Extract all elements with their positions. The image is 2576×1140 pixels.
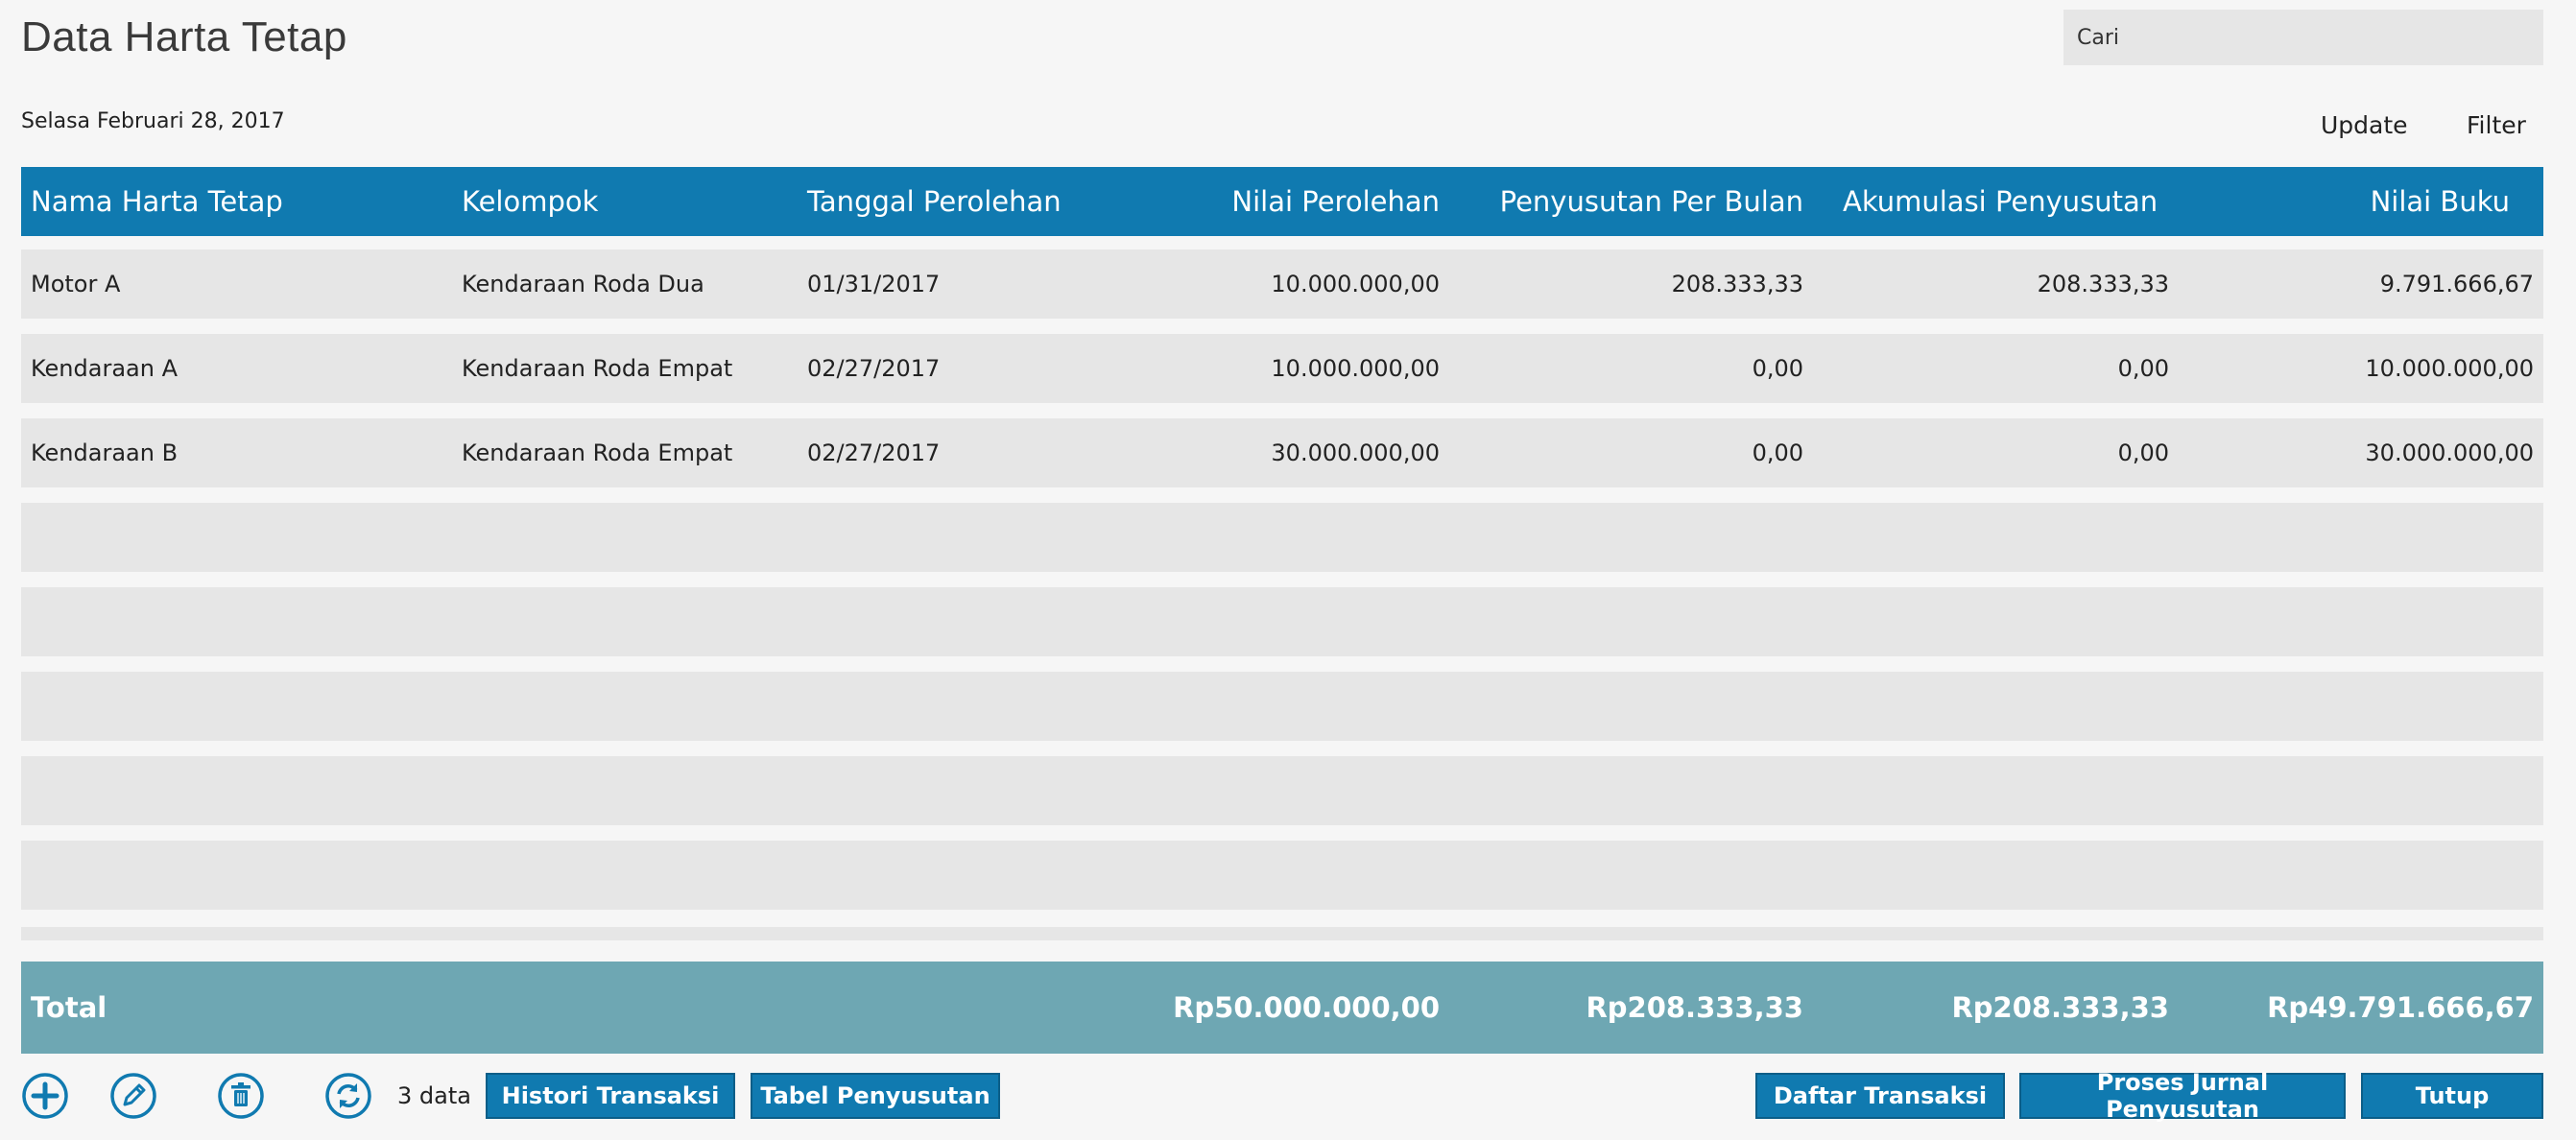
cell-nama: Kendaraan B <box>31 439 179 466</box>
empty-row-partial <box>21 927 2543 940</box>
pencil-icon[interactable] <box>109 1072 157 1120</box>
total-label: Total <box>31 991 107 1024</box>
cell-kelompok: Kendaraan Roda Empat <box>462 355 733 382</box>
total-penyusutan-per-bulan: Rp208.333,33 <box>1586 991 1803 1024</box>
total-nilai-buku: Rp49.791.666,67 <box>2267 991 2534 1024</box>
totals-bar: Total Rp50.000.000,00 Rp208.333,33 Rp208… <box>21 962 2543 1054</box>
total-nilai-perolehan: Rp50.000.000,00 <box>1173 991 1440 1024</box>
cell-nama: Kendaraan A <box>31 355 178 382</box>
proses-jurnal-penyusutan-button[interactable]: Proses Jurnal Penyusutan <box>2019 1069 2346 1123</box>
cell-nama: Motor A <box>31 271 121 297</box>
cell-akumulasi: 0,00 <box>2117 439 2169 466</box>
cell-nilai-buku: 10.000.000,00 <box>2365 355 2534 382</box>
tabel-penyusutan-button[interactable]: Tabel Penyusutan <box>751 1073 1000 1119</box>
cell-tanggal: 01/31/2017 <box>807 271 941 297</box>
cell-akumulasi: 208.333,33 <box>2037 271 2169 297</box>
column-header-penyusutan-per-bulan[interactable]: Penyusutan Per Bulan <box>1500 167 1803 236</box>
tutup-button[interactable]: Tutup <box>2361 1073 2543 1119</box>
table-row[interactable]: Motor A Kendaraan Roda Dua 01/31/2017 10… <box>21 249 2543 319</box>
table-header: Nama Harta Tetap Kelompok Tanggal Perole… <box>21 167 2543 236</box>
cell-nilai-buku: 30.000.000,00 <box>2365 439 2534 466</box>
trash-icon[interactable] <box>217 1072 265 1120</box>
histori-transaksi-button[interactable]: Histori Transaksi <box>486 1073 735 1119</box>
search-input[interactable] <box>2063 10 2543 65</box>
filter-link[interactable]: Filter <box>2467 111 2526 139</box>
total-akumulasi-penyusutan: Rp208.333,33 <box>1951 991 2169 1024</box>
column-header-tanggal[interactable]: Tanggal Perolehan <box>807 167 1061 236</box>
column-header-akumulasi[interactable]: Akumulasi Penyusutan <box>1843 167 2158 236</box>
table-row[interactable]: Kendaraan A Kendaraan Roda Empat 02/27/2… <box>21 334 2543 403</box>
page-title: Data Harta Tetap <box>21 13 347 60</box>
cell-penyusutan-per-bulan: 0,00 <box>1752 439 1803 466</box>
table-row[interactable]: Kendaraan B Kendaraan Roda Empat 02/27/2… <box>21 418 2543 487</box>
cell-nilai-perolehan: 10.000.000,00 <box>1271 355 1440 382</box>
cell-nilai-perolehan: 30.000.000,00 <box>1271 439 1440 466</box>
refresh-icon[interactable] <box>324 1072 372 1120</box>
cell-nilai-buku: 9.791.666,67 <box>2379 271 2534 297</box>
empty-row[interactable] <box>21 756 2543 825</box>
cell-penyusutan-per-bulan: 208.333,33 <box>1671 271 1803 297</box>
record-count: 3 data <box>397 1082 471 1109</box>
column-header-kelompok[interactable]: Kelompok <box>462 167 598 236</box>
cell-kelompok: Kendaraan Roda Dua <box>462 271 704 297</box>
plus-circle-icon[interactable] <box>21 1072 69 1120</box>
cell-kelompok: Kendaraan Roda Empat <box>462 439 733 466</box>
current-date: Selasa Februari 28, 2017 <box>21 109 285 133</box>
daftar-transaksi-button[interactable]: Daftar Transaksi <box>1755 1073 2005 1119</box>
cell-penyusutan-per-bulan: 0,00 <box>1752 355 1803 382</box>
cell-nilai-perolehan: 10.000.000,00 <box>1271 271 1440 297</box>
cell-akumulasi: 0,00 <box>2117 355 2169 382</box>
column-header-nilai-buku[interactable]: Nilai Buku <box>2371 167 2510 236</box>
empty-row[interactable] <box>21 672 2543 741</box>
update-link[interactable]: Update <box>2321 111 2408 139</box>
empty-row[interactable] <box>21 503 2543 572</box>
column-header-nama[interactable]: Nama Harta Tetap <box>31 167 283 236</box>
cell-tanggal: 02/27/2017 <box>807 439 941 466</box>
empty-row[interactable] <box>21 841 2543 910</box>
empty-row[interactable] <box>21 587 2543 656</box>
cell-tanggal: 02/27/2017 <box>807 355 941 382</box>
column-header-nilai-perolehan[interactable]: Nilai Perolehan <box>1231 167 1440 236</box>
